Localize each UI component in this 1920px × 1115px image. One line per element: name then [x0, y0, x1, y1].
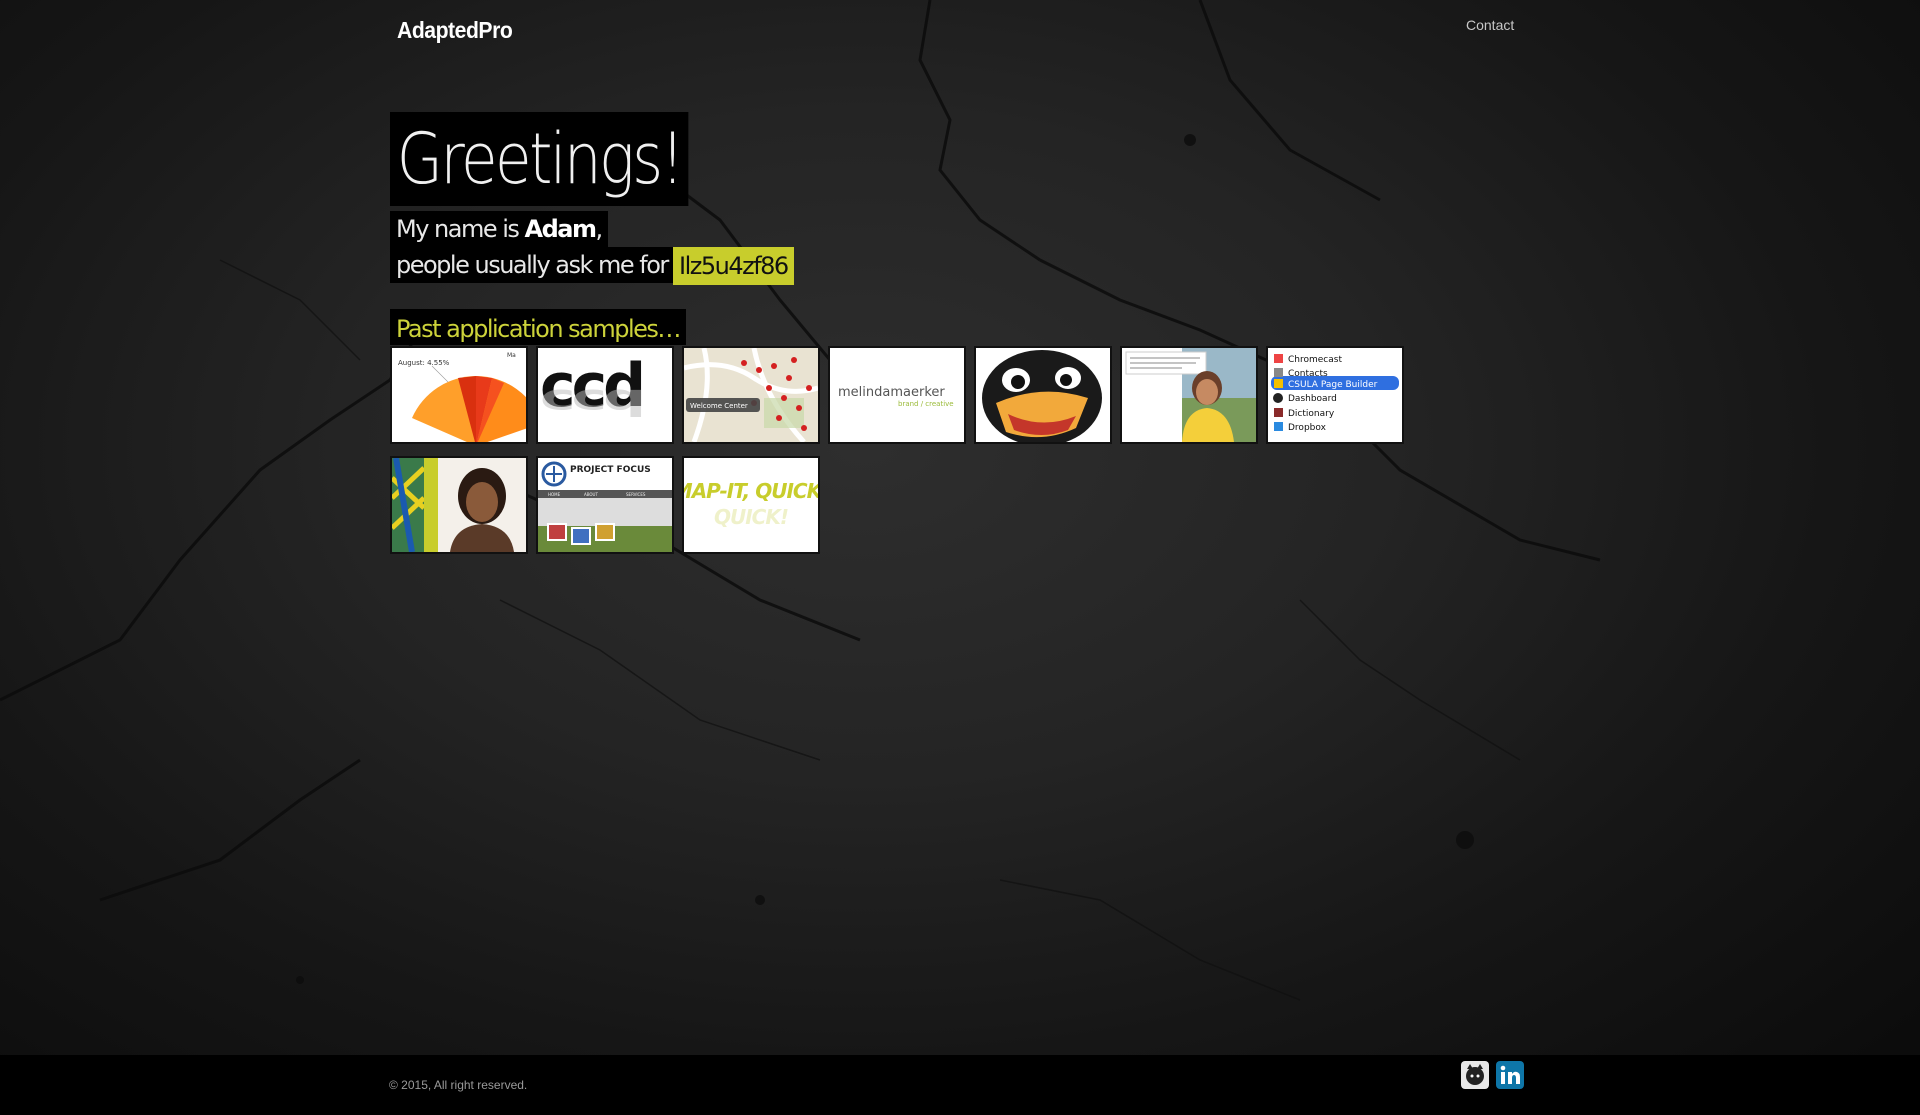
app-menu-item-3: Dashboard — [1288, 394, 1337, 404]
sample-campus-map[interactable]: Welcome Center — [682, 346, 820, 444]
project-focus-nav-0: HOME — [548, 492, 561, 497]
intro-suffix: , — [595, 215, 604, 243]
samples-title: Past application samples… — [390, 309, 686, 345]
app-menu-item-0: Chromecast — [1288, 355, 1342, 365]
footer: © 2015, All right reserved. — [0, 1055, 1920, 1115]
code-badge: Ilz5u4zf86 — [673, 247, 794, 285]
intro-prefix: My name is — [396, 215, 525, 243]
svg-text:ccd: ccd — [540, 381, 642, 423]
site-logo[interactable]: AdaptedPro — [397, 17, 513, 44]
map-it-quick-label: MAP-IT, QUICK! — [684, 479, 818, 503]
app-menu-item-2: CSULA Page Builder — [1288, 380, 1378, 390]
background-texture — [0, 0, 1601, 1001]
sample-app-menu[interactable]: Chromecast Contacts CSULA Page Builder D… — [1266, 346, 1404, 444]
page: AdaptedPro Contact Greetings! My name is… — [0, 0, 1920, 1115]
sample-project-focus[interactable]: PROJECT FOCUS HOME ABOUT SERVICES — [536, 456, 674, 554]
hero-title: Greetings! — [390, 112, 689, 206]
project-focus-nav-2: SERVICES — [626, 492, 646, 497]
svg-text:Ma: Ma — [507, 352, 516, 359]
github-icon[interactable] — [1460, 1060, 1490, 1090]
melinda-label: melindamaerker — [838, 385, 945, 400]
campus-map-label: Welcome Center — [690, 402, 748, 410]
sample-ccd-logo[interactable]: ccd ccd — [536, 346, 674, 444]
app-menu-item-4: Dictionary — [1288, 409, 1335, 419]
sample-pie-chart[interactable]: August: 4.55% Ma — [390, 346, 528, 444]
nav-contact-link[interactable]: Contact — [1466, 17, 1514, 33]
intro-name: Adam — [524, 215, 597, 243]
header: AdaptedPro Contact — [0, 0, 1920, 60]
melinda-sub: brand / creative — [898, 400, 954, 408]
ask-line: people usually ask me for : — [390, 247, 687, 283]
sample-student-testimonial[interactable] — [1120, 346, 1258, 444]
sample-map-it-quick[interactable]: MAP-IT, QUICK! QUICK! — [682, 456, 820, 554]
copyright: © 2015, All right reserved. — [389, 1078, 528, 1092]
app-menu-item-1: Contacts — [1288, 369, 1328, 379]
sample-student-portrait[interactable] — [390, 456, 528, 554]
linkedin-icon[interactable] — [1495, 1060, 1525, 1090]
svg-text:QUICK!: QUICK! — [714, 505, 788, 529]
sample-eagle-mascot[interactable] — [974, 346, 1112, 444]
pie-chart-label: August: 4.55% — [398, 359, 450, 367]
project-focus-label: PROJECT FOCUS — [570, 465, 651, 475]
app-menu-item-5: Dropbox — [1288, 423, 1327, 433]
sample-melinda-maerker[interactable]: melindamaerker brand / creative — [828, 346, 966, 444]
intro-line: My name is Adam, — [390, 211, 608, 247]
project-focus-nav-1: ABOUT — [584, 492, 598, 497]
